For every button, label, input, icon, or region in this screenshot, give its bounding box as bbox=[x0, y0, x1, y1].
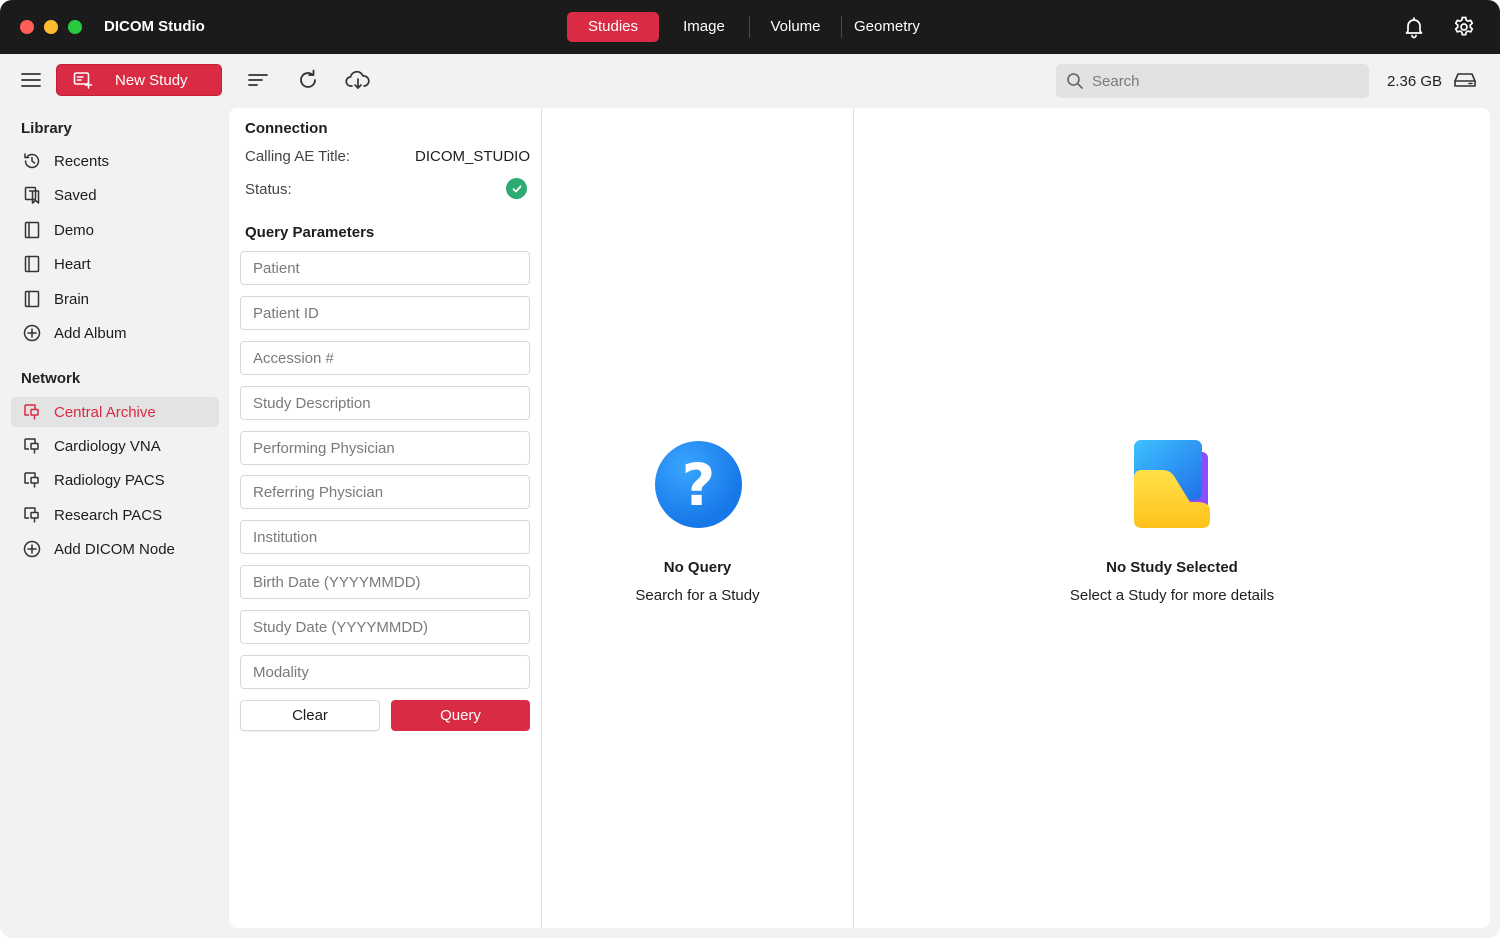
sidebar-item-radiology-pacs[interactable]: Radiology PACS bbox=[11, 465, 219, 495]
query-panel: Connection Calling AE Title: DICOM_STUDI… bbox=[229, 108, 541, 928]
library-heading: Library bbox=[21, 120, 72, 137]
new-study-icon bbox=[73, 71, 93, 89]
tab-image[interactable]: Image bbox=[659, 12, 749, 42]
sidebar-item-label: Central Archive bbox=[54, 403, 156, 421]
album-icon bbox=[22, 220, 42, 240]
study-description-input[interactable] bbox=[240, 386, 530, 420]
search-icon bbox=[1066, 72, 1084, 90]
sidebar-item-label: Heart bbox=[54, 255, 91, 273]
patient-id-input[interactable] bbox=[240, 296, 530, 330]
sidebar-item-add-dicom-node[interactable]: Add DICOM Node bbox=[11, 534, 219, 564]
new-study-label: New Study bbox=[115, 71, 188, 89]
bell-icon[interactable] bbox=[1402, 15, 1426, 39]
performing-physician-input[interactable] bbox=[240, 431, 530, 465]
close-window-button[interactable] bbox=[20, 20, 34, 34]
sidebar-item-saved[interactable]: Saved bbox=[11, 180, 219, 210]
sidebar-item-demo[interactable]: Demo bbox=[11, 215, 219, 245]
network-node-icon bbox=[22, 402, 42, 422]
sidebar-item-label: Cardiology VNA bbox=[54, 437, 161, 455]
minimize-window-button[interactable] bbox=[44, 20, 58, 34]
maximize-window-button[interactable] bbox=[68, 20, 82, 34]
question-circle-icon: ? bbox=[655, 441, 742, 528]
no-study-selected-title: No Study Selected bbox=[1106, 559, 1238, 576]
tab-studies[interactable]: Studies bbox=[567, 12, 659, 42]
sidebar-item-label: Radiology PACS bbox=[54, 471, 165, 489]
sidebar: Library Recents Saved Demo Heart Brain A… bbox=[0, 108, 229, 938]
sidebar-item-label: Demo bbox=[54, 221, 95, 239]
query-button[interactable]: Query bbox=[391, 700, 530, 731]
hard-drive-icon[interactable] bbox=[1454, 70, 1476, 90]
accession-input[interactable] bbox=[240, 341, 530, 375]
sidebar-item-label: Brain bbox=[54, 290, 90, 308]
sidebar-item-label: Add Album bbox=[54, 324, 127, 342]
no-query-title: No Query bbox=[663, 559, 732, 576]
title-bar: DICOM Studio Studies Image Volume Geomet… bbox=[0, 0, 1500, 54]
sidebar-item-research-pacs[interactable]: Research PACS bbox=[11, 500, 219, 530]
referring-physician-input[interactable] bbox=[240, 475, 530, 509]
bookmark-icon bbox=[22, 185, 42, 205]
patient-input[interactable] bbox=[240, 251, 530, 285]
search-input[interactable] bbox=[1092, 72, 1352, 90]
refresh-icon[interactable] bbox=[296, 68, 320, 92]
sidebar-item-label: Add DICOM Node bbox=[54, 540, 175, 558]
sidebar-item-label: Saved bbox=[54, 186, 97, 204]
sidebar-item-label: Research PACS bbox=[54, 506, 163, 524]
modality-input[interactable] bbox=[240, 655, 530, 689]
check-circle-icon bbox=[506, 178, 527, 199]
tab-volume[interactable]: Volume bbox=[750, 12, 841, 42]
gear-icon[interactable] bbox=[1452, 15, 1476, 39]
calling-ae-title-label: Calling AE Title: bbox=[245, 148, 351, 165]
calling-ae-title-value: DICOM_STUDIO bbox=[414, 148, 530, 165]
clear-button[interactable]: Clear bbox=[240, 700, 380, 731]
app-title: DICOM Studio bbox=[104, 18, 205, 35]
plus-circle-icon bbox=[22, 323, 42, 343]
sidebar-item-brain[interactable]: Brain bbox=[11, 284, 219, 314]
sidebar-item-central-archive[interactable]: Central Archive bbox=[11, 397, 219, 427]
search-field[interactable] bbox=[1056, 64, 1369, 98]
sort-filter-icon[interactable] bbox=[246, 68, 270, 92]
network-node-icon bbox=[22, 436, 42, 456]
toolbar: New Study 2.3 bbox=[0, 54, 1500, 108]
no-study-selected-subtitle: Select a Study for more details bbox=[1069, 587, 1275, 604]
tab-geometry[interactable]: Geometry bbox=[842, 12, 932, 42]
study-detail-panel: No Study Selected Select a Study for mor… bbox=[853, 108, 1490, 928]
sidebar-item-label: Recents bbox=[54, 152, 110, 170]
clock-history-icon bbox=[22, 151, 42, 171]
institution-input[interactable] bbox=[240, 520, 530, 554]
hamburger-menu-icon[interactable] bbox=[20, 70, 42, 90]
birth-date-input[interactable] bbox=[240, 565, 530, 599]
app-window: DICOM Studio Studies Image Volume Geomet… bbox=[0, 0, 1500, 938]
query-parameters-heading: Query Parameters bbox=[245, 224, 375, 241]
album-icon bbox=[22, 289, 42, 309]
status-label: Status: bbox=[245, 181, 292, 198]
results-panel: ? No Query Search for a Study bbox=[541, 108, 853, 928]
plus-circle-icon bbox=[22, 539, 42, 559]
connection-heading: Connection bbox=[245, 120, 328, 137]
network-node-icon bbox=[22, 470, 42, 490]
folder-icon bbox=[1132, 440, 1212, 530]
new-study-button[interactable]: New Study bbox=[56, 64, 222, 96]
sidebar-item-cardiology-vna[interactable]: Cardiology VNA bbox=[11, 431, 219, 461]
sidebar-item-add-album[interactable]: Add Album bbox=[11, 318, 219, 348]
no-query-subtitle: Search for a Study bbox=[635, 587, 760, 604]
network-node-icon bbox=[22, 505, 42, 525]
study-date-input[interactable] bbox=[240, 610, 530, 644]
main-nav-tabs: Studies Image Volume Geometry bbox=[567, 12, 932, 42]
sidebar-item-recents[interactable]: Recents bbox=[11, 146, 219, 176]
network-heading: Network bbox=[21, 370, 81, 387]
sidebar-item-heart[interactable]: Heart bbox=[11, 249, 219, 279]
storage-used-label: 2.36 GB bbox=[1387, 73, 1443, 90]
cloud-download-icon[interactable] bbox=[345, 68, 370, 92]
album-icon bbox=[22, 254, 42, 274]
